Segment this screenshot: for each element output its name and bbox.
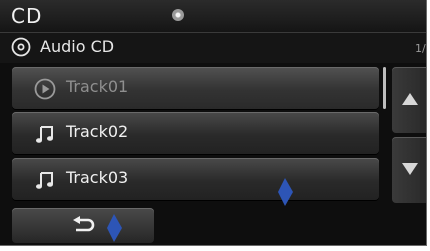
track-label: Track03 <box>66 168 129 187</box>
music-note-icon <box>36 126 53 143</box>
track-item-3[interactable]: Track03 <box>12 158 379 200</box>
cd-screen: CD Audio CD 1/ Track01 Track02 Track03 <box>0 0 427 246</box>
screen-glare <box>278 178 293 206</box>
screen-glare <box>107 214 122 242</box>
music-note-icon <box>36 172 53 189</box>
disc-icon <box>11 37 31 57</box>
track-label: Track02 <box>66 122 129 141</box>
triangle-up-icon <box>402 93 418 105</box>
source-row: Audio CD 1/ <box>0 33 426 63</box>
back-button[interactable] <box>12 208 154 243</box>
track-label: Track01 <box>66 77 129 96</box>
header-bar: CD <box>0 0 426 33</box>
triangle-down-icon <box>402 163 418 175</box>
page-indicator: 1/ <box>415 42 426 55</box>
track-item-1[interactable]: Track01 <box>12 67 379 109</box>
play-circle-icon <box>34 78 56 100</box>
source-label: Audio CD <box>40 37 115 56</box>
track-item-2[interactable]: Track02 <box>12 112 379 154</box>
disc-status-icon <box>172 9 184 21</box>
back-arrow-icon <box>73 216 95 232</box>
scroll-up-button[interactable] <box>392 67 426 133</box>
scroll-down-button[interactable] <box>392 137 426 203</box>
page-title: CD <box>11 4 43 28</box>
scroll-position-bar[interactable] <box>383 67 386 109</box>
